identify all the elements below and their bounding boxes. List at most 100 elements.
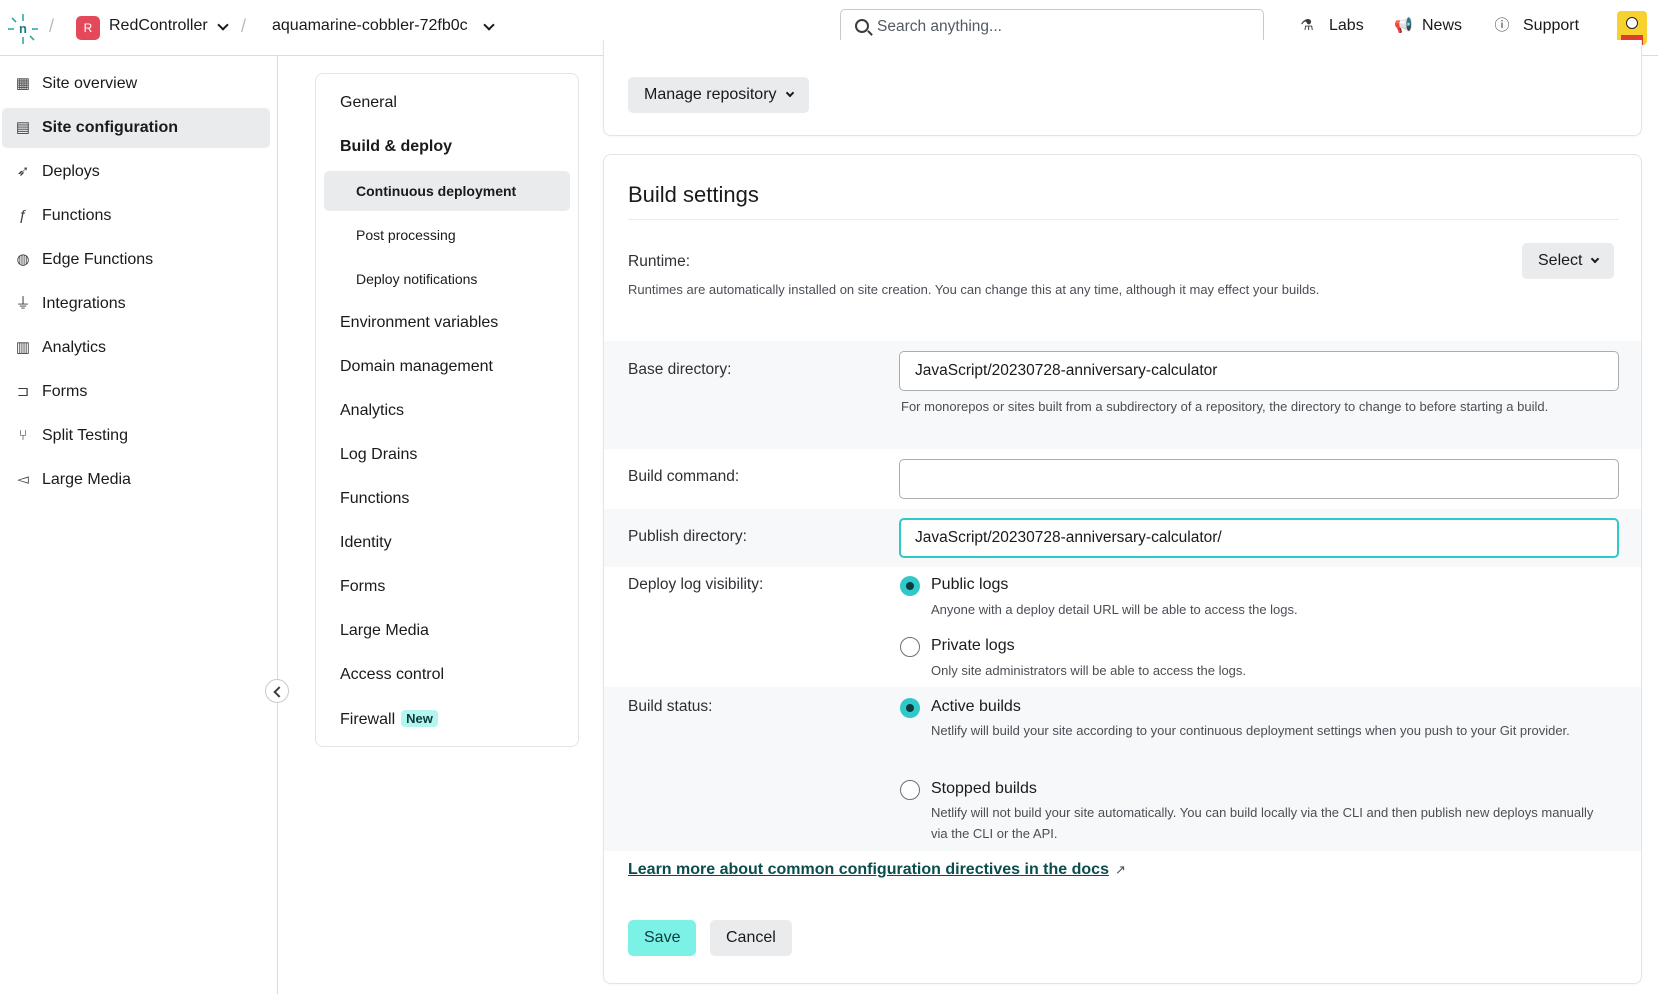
- netlify-logo-icon[interactable]: n: [6, 12, 40, 46]
- build-command-label: Build command:: [628, 468, 740, 485]
- breadcrumb-separator: /: [241, 16, 247, 36]
- stopped-builds-label[interactable]: Stopped builds: [931, 780, 1037, 798]
- manage-repository-button[interactable]: Manage repository: [628, 77, 809, 113]
- publish-directory-label: Publish directory:: [628, 528, 747, 545]
- active-builds-radio[interactable]: [900, 698, 920, 718]
- nav-labs[interactable]: Labs: [1329, 17, 1364, 35]
- sidebar-item-site-overview[interactable]: ▦ Site overview: [2, 64, 270, 104]
- globe-icon: ◍: [16, 251, 30, 268]
- subnav-environment-variables[interactable]: Environment variables: [340, 314, 498, 332]
- base-directory-help-text: For monorepos or sites built from a subd…: [901, 399, 1549, 414]
- sidebar-item-functions[interactable]: ƒ Functions: [2, 196, 270, 236]
- subnav-domain-management[interactable]: Domain management: [340, 358, 493, 376]
- subnav-forms[interactable]: Forms: [340, 578, 385, 596]
- build-settings-title: Build settings: [628, 182, 759, 207]
- docs-link-label: Learn more about common configuration di…: [628, 861, 1109, 878]
- split-icon: ⑂: [18, 427, 28, 444]
- private-logs-help: Only site administrators will be able to…: [931, 663, 1247, 678]
- sidebar-item-integrations[interactable]: ⏚ Integrations: [2, 284, 270, 324]
- public-logs-label[interactable]: Public logs: [931, 576, 1008, 594]
- stopped-builds-radio[interactable]: [900, 780, 920, 800]
- build-command-input[interactable]: [899, 459, 1619, 499]
- bar-chart-icon: ▥: [15, 339, 31, 356]
- chevron-down-icon: [1591, 254, 1600, 264]
- deploy-log-visibility-label: Deploy log visibility:: [628, 576, 764, 593]
- function-icon: ƒ: [18, 207, 28, 224]
- sidebar-item-site-configuration[interactable]: ▤ Site configuration: [2, 108, 270, 148]
- subnav-access-control[interactable]: Access control: [340, 666, 444, 684]
- sidebar-item-label: Split Testing: [42, 427, 128, 444]
- subnav-build-deploy[interactable]: Build & deploy: [340, 138, 452, 156]
- subnav-general[interactable]: General: [340, 94, 397, 112]
- sidebar-item-large-media[interactable]: ◅ Large Media: [2, 460, 270, 500]
- subnav-firewall[interactable]: Firewall New: [340, 710, 438, 729]
- subnav-functions[interactable]: Functions: [340, 490, 409, 508]
- megaphone-icon: 📢: [1394, 17, 1413, 34]
- active-builds-label[interactable]: Active builds: [931, 698, 1021, 716]
- repository-card: Manage repository: [603, 40, 1642, 136]
- search-icon: [855, 19, 869, 33]
- external-link-icon: ↗: [1114, 862, 1126, 877]
- form-icon: ⊐: [16, 383, 30, 400]
- new-badge: New: [401, 710, 438, 727]
- runtime-select-label: Select: [1538, 252, 1583, 269]
- runtime-select-button[interactable]: Select: [1522, 243, 1615, 279]
- active-builds-help: Netlify will build your site according t…: [931, 723, 1570, 738]
- sidebar-item-edge-functions[interactable]: ◍ Edge Functions: [2, 240, 270, 280]
- settings-subnav: General Build & deploy Continuous deploy…: [315, 73, 579, 747]
- save-button[interactable]: Save: [628, 920, 697, 956]
- base-directory-input[interactable]: JavaScript/20230728-anniversary-calculat…: [899, 351, 1619, 391]
- sidebar-item-label: Functions: [42, 207, 112, 224]
- sidebar-item-forms[interactable]: ⊐ Forms: [2, 372, 270, 412]
- sidebar-item-deploys[interactable]: ➶ Deploys: [2, 152, 270, 192]
- search-placeholder: Search anything...: [877, 18, 1002, 35]
- public-logs-radio[interactable]: [900, 576, 920, 596]
- site-name[interactable]: aquamarine-cobbler-72fb0c: [272, 17, 468, 35]
- build-settings-card: Build settings Runtime: Select Runtimes …: [603, 154, 1642, 984]
- chevron-down-icon: [785, 88, 794, 98]
- private-logs-radio[interactable]: [900, 637, 920, 657]
- sidebar-item-label: Integrations: [42, 295, 126, 312]
- divider: [628, 219, 1619, 220]
- site-chevron-down-icon[interactable]: [483, 19, 495, 31]
- runtime-label: Runtime:: [628, 253, 691, 270]
- subnav-log-drains[interactable]: Log Drains: [340, 446, 417, 464]
- plug-icon: ⏚: [15, 295, 31, 312]
- sidebar-item-label: Deploys: [42, 163, 100, 180]
- collapse-sidebar-chevron-left-icon[interactable]: [265, 679, 289, 703]
- subnav-firewall-label: Firewall: [340, 711, 396, 728]
- sidebar-item-label: Analytics: [42, 339, 107, 356]
- nav-support[interactable]: Support: [1523, 17, 1579, 35]
- sidebar-item-label: Edge Functions: [42, 251, 154, 268]
- docs-link[interactable]: Learn more about common configuration di…: [628, 861, 1126, 879]
- help-circle-icon: ⓘ: [1494, 17, 1510, 34]
- subnav-continuous-deployment[interactable]: Continuous deployment: [356, 183, 516, 199]
- private-logs-label[interactable]: Private logs: [931, 637, 1015, 655]
- sidebar: ▦ Site overview ▤ Site configuration ➶ D…: [0, 56, 278, 994]
- subnav-deploy-notifications[interactable]: Deploy notifications: [356, 271, 477, 287]
- nav-news[interactable]: News: [1422, 17, 1462, 35]
- sidebar-item-label: Site configuration: [42, 119, 178, 136]
- subnav-analytics[interactable]: Analytics: [340, 402, 404, 420]
- grid-icon: ▦: [15, 75, 31, 92]
- public-logs-help: Anyone with a deploy detail URL will be …: [931, 602, 1298, 617]
- team-chevron-down-icon[interactable]: [217, 19, 229, 31]
- stopped-builds-help: Netlify will not build your site automat…: [931, 805, 1594, 841]
- media-icon: ◅: [17, 471, 29, 488]
- subnav-post-processing[interactable]: Post processing: [356, 227, 456, 243]
- base-directory-label: Base directory:: [628, 361, 732, 378]
- subnav-identity[interactable]: Identity: [340, 534, 392, 552]
- publish-directory-input[interactable]: JavaScript/20230728-anniversary-calculat…: [899, 518, 1619, 558]
- team-name[interactable]: RedController: [109, 17, 208, 35]
- sidebar-item-analytics[interactable]: ▥ Analytics: [2, 328, 270, 368]
- team-avatar[interactable]: R: [76, 16, 100, 40]
- subnav-large-media[interactable]: Large Media: [340, 622, 429, 640]
- sidebar-item-split-testing[interactable]: ⑂ Split Testing: [2, 416, 270, 456]
- cancel-button[interactable]: Cancel: [710, 920, 792, 956]
- sidebar-item-label: Forms: [42, 383, 88, 400]
- sidebar-item-label: Site overview: [42, 75, 138, 92]
- svg-text:n: n: [19, 21, 27, 36]
- flask-icon: ⚗: [1300, 17, 1314, 34]
- manage-repository-label: Manage repository: [644, 86, 777, 103]
- runtime-help-text: Runtimes are automatically installed on …: [628, 282, 1320, 297]
